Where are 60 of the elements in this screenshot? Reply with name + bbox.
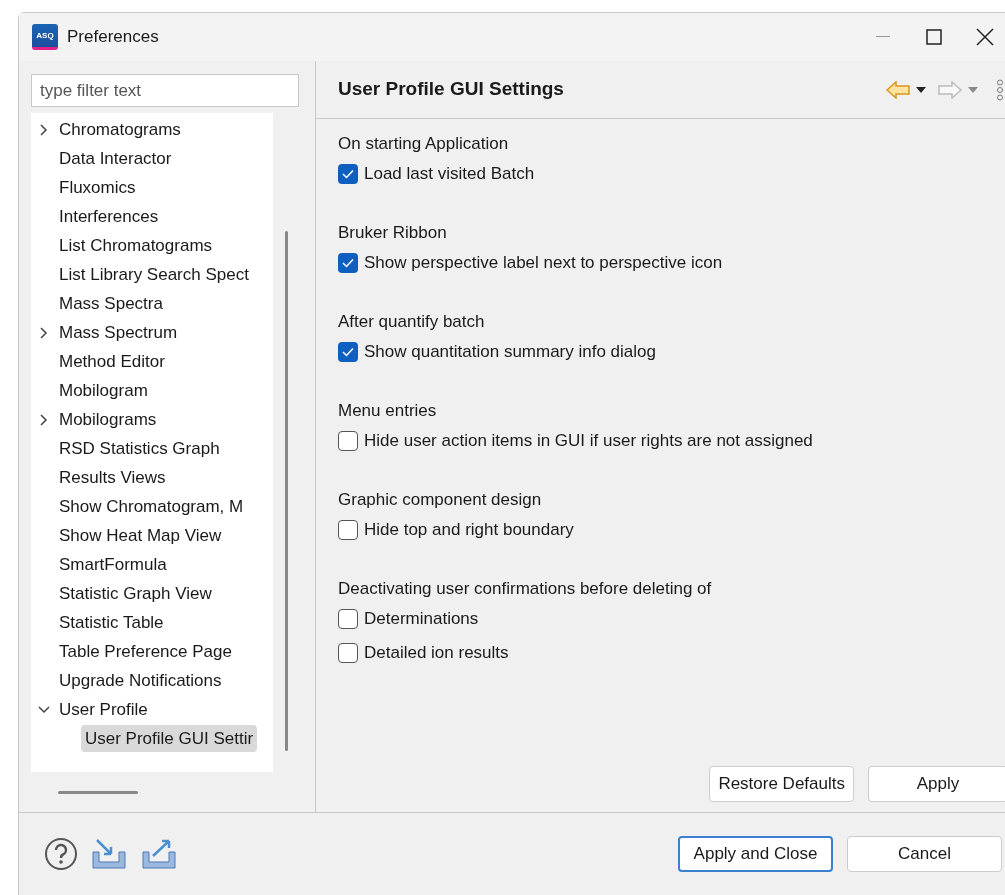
checkbox[interactable] (338, 431, 358, 451)
tree-item[interactable]: Upgrade Notifications (55, 667, 226, 694)
apply-button[interactable]: Apply (868, 766, 1005, 802)
section-heading: After quantify batch (338, 311, 485, 333)
scrollbar-thumb[interactable] (284, 231, 288, 751)
checkbox-label: Show perspective label next to perspective icon (364, 252, 723, 275)
tree-item[interactable]: Results Views (55, 464, 170, 491)
tree-item[interactable]: List Chromatograms (55, 232, 217, 259)
tree-item[interactable]: List Library Search Spect (55, 261, 253, 288)
filter-field[interactable]: type filter text (31, 74, 299, 107)
checkbox-label: Determinations (364, 608, 479, 631)
more-options-icon[interactable] (996, 78, 1004, 101)
help-icon[interactable] (44, 837, 78, 871)
tree-item[interactable]: Chromatograms (55, 116, 185, 143)
tree-item[interactable]: User Profile (55, 696, 152, 723)
checkbox-label: Show quantitation summary info dialog (364, 341, 656, 364)
tree-item[interactable]: Interferences (55, 203, 163, 230)
tree-item[interactable]: Method Editor (55, 348, 169, 375)
checkmark-icon (342, 347, 354, 357)
app-logo-icon: ASQ (32, 24, 58, 50)
section-heading: Deactivating user confirmations before deleting of (338, 578, 712, 600)
tree-item[interactable]: Statistic Graph View (55, 580, 216, 607)
tree-item[interactable]: Table Preference Page (55, 638, 236, 665)
checkbox-label: Hide user action items in GUI if user rights are not assigned (364, 430, 813, 453)
section-heading: Bruker Ribbon (338, 222, 447, 244)
tree-item[interactable]: Mass Spectrum (55, 319, 182, 346)
section-heading: Graphic component design (338, 489, 542, 511)
checkbox[interactable] (338, 342, 358, 362)
tree-item[interactable]: Mobilogram (55, 377, 152, 404)
checkbox-label: Load last visited Batch (364, 163, 535, 186)
checkbox[interactable] (338, 643, 358, 663)
tree-item[interactable]: Fluxomics (55, 174, 140, 201)
checkbox-label: Hide top and right boundary (364, 519, 574, 542)
tree-item[interactable]: Statistic Table (55, 609, 168, 636)
page-title: User Profile GUI Settings (338, 77, 564, 102)
window-title: Preferences (67, 26, 159, 49)
tree-item[interactable]: Mobilograms (55, 406, 161, 433)
checkbox[interactable] (338, 520, 358, 540)
cancel-button[interactable]: Cancel (847, 836, 1002, 872)
checkbox[interactable] (338, 164, 358, 184)
apply-and-close-button[interactable]: Apply and Close (678, 836, 833, 872)
tree-item[interactable]: Mass Spectra (55, 290, 167, 317)
checkbox[interactable] (338, 253, 358, 273)
scrollbar-thumb[interactable] (58, 790, 138, 794)
section-heading: On starting Application (338, 133, 509, 155)
checkbox-label: Detailed ion results (364, 642, 509, 665)
tree-item[interactable]: Data Interactor (55, 145, 176, 172)
tree-item[interactable]: SmartFormula (55, 551, 171, 578)
checkmark-icon (342, 169, 354, 179)
tree-item[interactable]: Show Heat Map View (55, 522, 226, 549)
tree-item[interactable]: User Profile GUI Settir (81, 725, 258, 752)
restore-defaults-button[interactable]: Restore Defaults (709, 766, 854, 802)
checkbox[interactable] (338, 609, 358, 629)
section-heading: Menu entries (338, 400, 437, 422)
checkmark-icon (342, 258, 354, 268)
import-icon[interactable] (91, 838, 127, 870)
dropdown-caret-icon[interactable] (916, 86, 926, 93)
tree-item[interactable]: RSD Statistics Graph (55, 435, 224, 462)
tree-item[interactable]: Show Chromatogram, M (55, 493, 248, 520)
export-icon[interactable] (141, 838, 177, 870)
